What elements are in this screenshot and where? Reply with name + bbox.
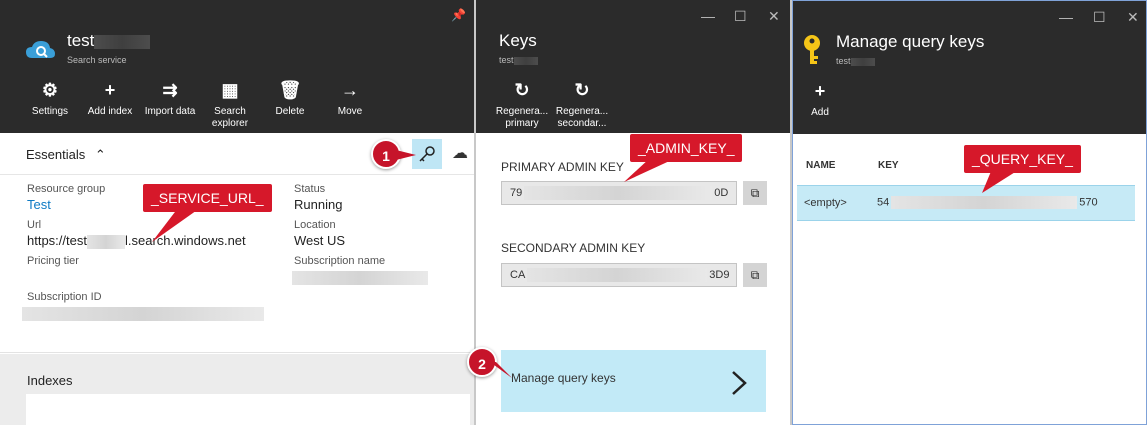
- toolbar-button-label: Search explorer: [211, 106, 249, 129]
- toolbar-button-label: Add index: [87, 106, 133, 117]
- toolbar-button-regenera-secondar[interactable]: ↻ Regenera... secondar...: [552, 80, 612, 130]
- toolbar-button-regenera-primary[interactable]: ↻ Regenera... primary: [492, 80, 552, 130]
- copy-secondary-button[interactable]: ⧉: [743, 263, 767, 287]
- toolbar-button-label: Move: [337, 106, 363, 117]
- secondary-key-label: SECONDARY ADMIN KEY: [501, 241, 646, 255]
- manage-query-keys-label: Manage query keys: [511, 371, 616, 385]
- status-label: Status: [294, 183, 326, 195]
- column-header-key: KEY: [878, 160, 899, 171]
- minimize-icon[interactable]: —: [1059, 9, 1073, 25]
- import-icon: ⇉: [162, 80, 178, 100]
- url-label: Url: [27, 219, 42, 231]
- status-value: Running: [294, 197, 343, 212]
- toolbar-button-delete[interactable]: 🗑 Delete: [258, 80, 322, 118]
- toolbar-button-search-explorer[interactable]: ▦ Search explorer: [198, 80, 262, 130]
- primary-key-field[interactable]: 79 0D: [501, 181, 737, 205]
- toolbar-button-label: Settings: [31, 106, 69, 117]
- resource-group-label: Resource group: [27, 183, 106, 195]
- essentials-panel: Essentials ⌃ ☁ Resource group Test Url h…: [0, 133, 474, 353]
- blade-subtitle: test: [499, 55, 538, 65]
- blade-subtitle: test: [836, 56, 875, 66]
- blade-header: — ☐ ✕ Keys test ↻ Regenera... primary ↻ Reg…: [476, 0, 790, 133]
- pricing-tier-label: Pricing tier: [27, 255, 79, 267]
- url-value: https://test l.search.windows.net: [27, 233, 246, 249]
- manage-query-keys-blade: — ☐ ✕ Manage query keys test + Add NAME K…: [792, 0, 1147, 425]
- query-key-value: 54 570: [877, 196, 1098, 209]
- maximize-icon[interactable]: ☐: [1093, 9, 1106, 26]
- subscription-name-label: Subscription name: [294, 255, 386, 267]
- keys-blade: — ☐ ✕ Keys test ↻ Regenera... primary ↻ Reg…: [476, 0, 792, 425]
- chevron-up-icon: ⌃: [94, 147, 106, 162]
- trash-icon: 🗑: [278, 80, 302, 100]
- gear-icon: ⚙: [41, 80, 59, 100]
- service-url-pointer: [152, 208, 200, 242]
- toolbar-button-import-data[interactable]: ⇉ Import data: [138, 80, 202, 118]
- refresh-icon: ↻: [574, 80, 590, 100]
- location-value: West US: [294, 233, 346, 248]
- minimize-icon[interactable]: —: [701, 8, 715, 24]
- toolbar-button-move[interactable]: → Move: [318, 80, 382, 118]
- indexes-list: [26, 394, 470, 425]
- query-key-pointer: [982, 169, 1020, 193]
- copy-icon: ⧉: [750, 268, 760, 282]
- blade-title: Keys: [499, 31, 537, 50]
- manage-query-keys-tile[interactable]: Manage query keys: [501, 350, 766, 412]
- plus-icon: +: [104, 80, 116, 100]
- blade-title: Manage query keys: [836, 32, 985, 51]
- toolbar-button-label: Add: [811, 107, 829, 118]
- primary-key-label: PRIMARY ADMIN KEY: [501, 160, 624, 174]
- toolbar-button-label: Delete: [275, 106, 305, 117]
- toolbar-button-label: Regenera... primary: [495, 106, 549, 129]
- resource-group-link[interactable]: Test: [27, 197, 51, 212]
- column-header-name: NAME: [806, 160, 836, 171]
- key-icon: [804, 35, 820, 64]
- subscription-name-value: [292, 271, 428, 285]
- subscription-id-label: Subscription ID: [27, 291, 102, 303]
- close-icon[interactable]: ✕: [768, 8, 780, 25]
- copy-icon: ⧉: [750, 186, 760, 200]
- step-2-pointer: [490, 362, 512, 378]
- quickstart-icon[interactable]: ☁: [452, 143, 468, 163]
- toolbar-button-label: Import data: [144, 106, 196, 117]
- indexes-title: Indexes: [27, 373, 73, 388]
- blade-header: test Search service 📌 ⚙ Settings + Add inde…: [0, 0, 474, 133]
- search-service-blade: test Search service 📌 ⚙ Settings + Add inde…: [0, 0, 476, 425]
- step-1-pointer: [396, 150, 416, 160]
- secondary-key-field[interactable]: CA 3D9: [501, 263, 737, 287]
- chevron-right-icon: [732, 371, 747, 395]
- maximize-icon[interactable]: ☐: [734, 8, 747, 25]
- arrow-right-icon: →: [341, 80, 359, 100]
- search-explorer-icon: ▦: [221, 80, 239, 100]
- blade-title: test: [67, 31, 151, 51]
- table-row[interactable]: <empty> 54 570: [797, 185, 1135, 221]
- plus-icon: +: [814, 81, 826, 101]
- key-icon: [419, 146, 435, 162]
- cloud-search-icon: [26, 41, 55, 58]
- location-label: Location: [294, 219, 336, 231]
- close-icon[interactable]: ✕: [1127, 9, 1139, 26]
- essentials-toggle[interactable]: Essentials ⌃: [26, 147, 106, 163]
- refresh-icon: ↻: [514, 80, 530, 100]
- toolbar-button-add[interactable]: + Add: [793, 81, 852, 119]
- blade-subtitle: Search service: [67, 55, 127, 65]
- blade-header: — ☐ ✕ Manage query keys test + Add: [793, 1, 1146, 134]
- toolbar-button-label: Regenera... secondar...: [555, 106, 609, 129]
- query-key-name: <empty>: [804, 197, 847, 209]
- toolbar-button-settings[interactable]: ⚙ Settings: [18, 80, 82, 118]
- indexes-section: Indexes: [0, 354, 474, 425]
- copy-primary-button[interactable]: ⧉: [743, 181, 767, 205]
- admin-key-pointer: [624, 158, 676, 182]
- toolbar-button-add-index[interactable]: + Add index: [78, 80, 142, 118]
- subscription-id-value: [22, 307, 264, 321]
- pin-icon[interactable]: 📌: [451, 8, 466, 22]
